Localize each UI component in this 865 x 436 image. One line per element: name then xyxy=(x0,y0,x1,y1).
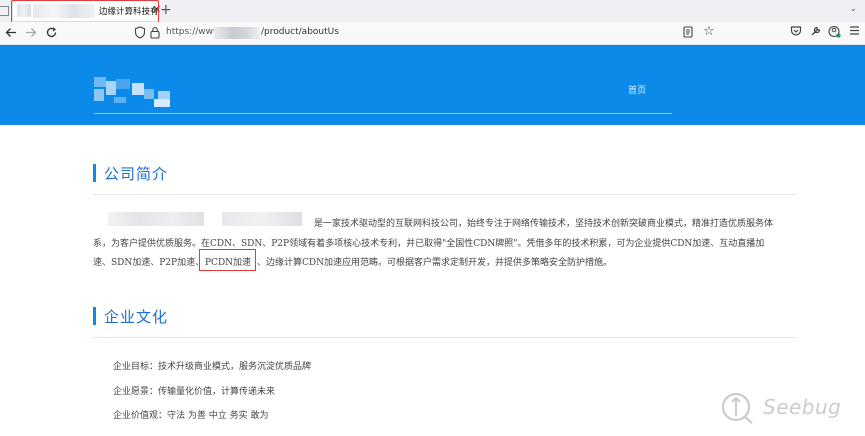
nav-home-link[interactable]: 首页 xyxy=(628,83,646,96)
url-path: /product/aboutUs xyxy=(261,27,339,37)
about-section-title: 公司简介 xyxy=(104,165,169,183)
list-tabs-icon[interactable]: ⌄ xyxy=(849,4,857,14)
navigation-toolbar: https://www /product/aboutUs ☆ xyxy=(0,22,865,45)
extensions-icon[interactable] xyxy=(810,25,822,37)
section-accent-bar xyxy=(93,307,96,325)
watermark-text: Seebug xyxy=(763,395,842,419)
company-name-redacted xyxy=(108,212,204,226)
bookmark-star-icon[interactable]: ☆ xyxy=(703,24,715,39)
seebug-watermark: Seebug xyxy=(720,392,860,424)
company-name-redacted xyxy=(222,212,302,226)
pocket-icon[interactable] xyxy=(790,25,802,37)
about-paragraph-line-3b: 、边缘计算CDN加速应用范畴。可根据客户需求定制开发，并提供多策略安全防护措施。 xyxy=(257,258,612,268)
site-logo-redacted[interactable] xyxy=(94,77,182,115)
reader-view-icon[interactable] xyxy=(683,26,693,38)
section-accent-bar xyxy=(93,164,96,182)
forward-arrow-icon[interactable] xyxy=(25,27,37,38)
culture-values: 企业价值观：守法 为善 中立 务实 敢为 xyxy=(113,411,269,421)
about-paragraph-line-3a: 速、SDN加速、P2P加速、 xyxy=(93,258,205,268)
about-paragraph-line-2: 系，为客户提供优质服务。在CDN、SDN、P2P领域有着多项核心技术专利，并已取… xyxy=(93,239,765,249)
back-arrow-icon[interactable] xyxy=(5,27,17,38)
new-tab-icon[interactable]: + xyxy=(160,2,172,18)
tab-strip: 边缘计算科技有 ✕ + ⌄ xyxy=(0,0,865,27)
address-bar[interactable]: https://www /product/aboutUs ☆ xyxy=(128,24,720,42)
culture-section-title: 企业文化 xyxy=(104,308,169,326)
url-domain-redacted xyxy=(214,27,260,39)
header-divider xyxy=(94,113,672,114)
culture-vision: 企业愿景：传输量化价值，计算传递未来 xyxy=(113,387,276,397)
culture-goal: 企业目标：技术升级商业模式，服务沉淀优质品牌 xyxy=(113,362,312,372)
url-scheme: https://www xyxy=(166,27,221,37)
shield-icon[interactable] xyxy=(134,26,146,39)
menu-icon[interactable] xyxy=(849,25,860,36)
site-header: 首页 xyxy=(0,45,865,125)
account-icon[interactable] xyxy=(828,25,841,38)
seebug-logo-icon xyxy=(721,392,753,424)
reload-icon[interactable] xyxy=(46,27,57,38)
section-divider xyxy=(93,337,796,338)
window-menu-icon[interactable] xyxy=(0,6,9,16)
pcdn-highlight-box xyxy=(199,249,256,271)
section-divider xyxy=(93,194,796,195)
about-paragraph-line-1: 是一家技术驱动型的互联网科技公司，始终专注于网络传输技术，坚持技术创新突破商业模… xyxy=(314,219,774,229)
lock-icon[interactable] xyxy=(150,26,160,39)
